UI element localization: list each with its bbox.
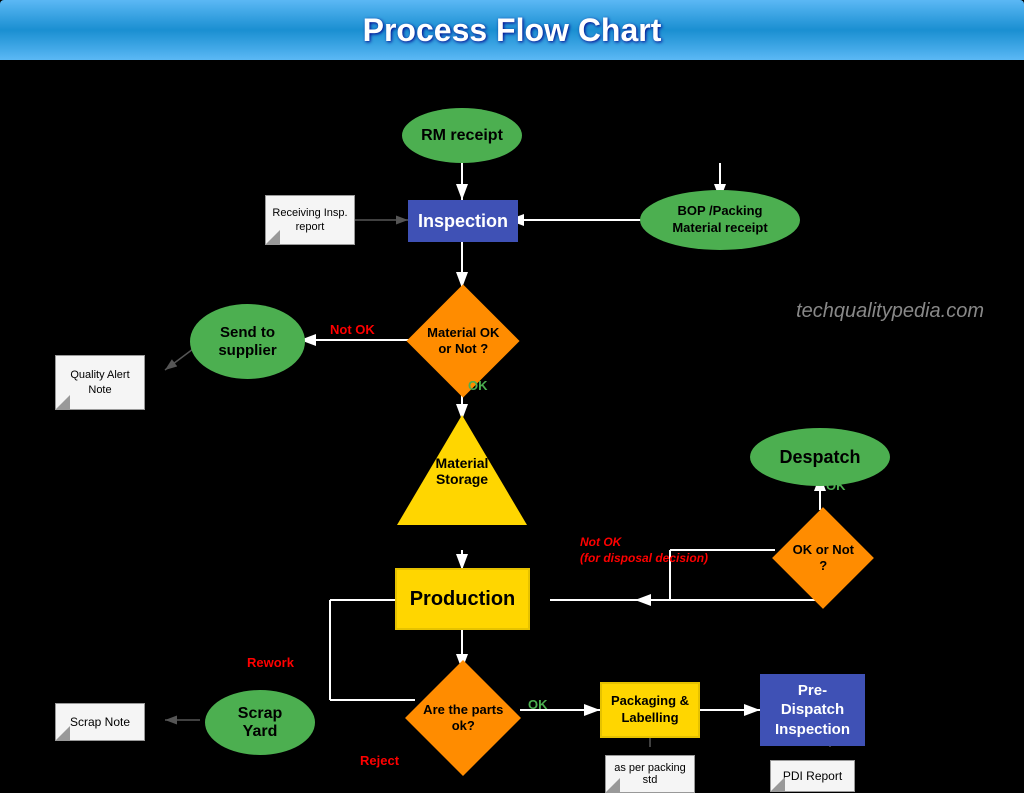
chart-title: Process Flow Chart <box>363 12 662 49</box>
rework-label: Rework <box>247 655 294 670</box>
bop-receipt-node: BOP /Packing Material receipt <box>640 190 800 250</box>
parts-ok-diamond: Are the parts ok? <box>410 665 515 770</box>
quality-alert-note: Quality Alert Note <box>55 355 145 410</box>
main-container: Process Flow Chart <box>0 0 1024 747</box>
inspection-node: Inspection <box>408 200 518 242</box>
not-ok-label-1: Not OK <box>330 322 375 337</box>
receiving-report-node: Receiving Insp. report <box>265 195 355 245</box>
scrap-note-node: Scrap Note <box>55 703 145 741</box>
despatch-node: Despatch <box>750 428 890 486</box>
packing-std-note: as per packing std <box>605 755 695 793</box>
rm-receipt-node: RM receipt <box>402 108 522 163</box>
reject-label: Reject <box>360 753 399 768</box>
ok-label-1: OK <box>468 378 488 393</box>
connectors <box>0 60 1024 747</box>
ok-label-3: OK <box>528 697 548 712</box>
pdi-report-note: PDI Report <box>770 760 855 792</box>
pdi-node: Pre- Dispatch Inspection <box>760 674 865 746</box>
ok-not-diamond: OK or Not ? <box>775 510 870 605</box>
production-node: Production <box>395 568 530 630</box>
material-ok-diamond: Material OK or Not ? <box>410 288 515 393</box>
packaging-node: Packaging & Labelling <box>600 682 700 738</box>
scrap-yard-node: Scrap Yard <box>205 690 315 755</box>
not-ok-label-2: Not OK(for disposal decision) <box>580 535 708 566</box>
chart-area: RM receipt Receiving Insp. report Inspec… <box>0 60 1024 747</box>
watermark: techqualitypedia.com <box>796 300 984 323</box>
material-storage-node: Material Storage <box>397 415 527 525</box>
header: Process Flow Chart <box>0 0 1024 60</box>
send-supplier-node: Send to supplier <box>190 304 305 379</box>
ok-label-2: OK <box>826 478 846 493</box>
